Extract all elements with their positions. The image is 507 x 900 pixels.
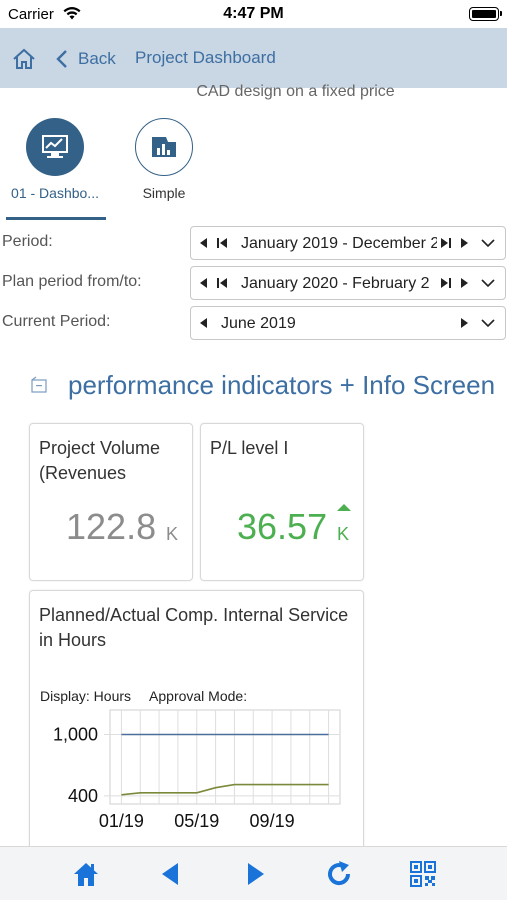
back-label: Back — [78, 49, 116, 68]
line-chart-icon — [42, 135, 68, 158]
navigation-bar: Back Project Dashboard — [0, 28, 507, 88]
page-title: Project Dashboard — [135, 48, 276, 67]
x-tick-label: 01/19 — [99, 811, 144, 831]
project-volume-tile[interactable]: Project Volume (Revenues 122.8 K — [29, 423, 193, 581]
hours-line-chart: 400 1,000 01/19 05/19 09/19 — [53, 709, 341, 831]
last-period-icon[interactable] — [439, 276, 453, 290]
plan-period-row: Plan period from/to: January 2020 - Febr… — [0, 266, 507, 300]
collapse-section-icon[interactable] — [30, 376, 48, 394]
refresh-icon[interactable] — [324, 859, 354, 889]
chevron-down-icon[interactable] — [481, 276, 495, 290]
chevron-left-icon — [56, 50, 67, 68]
clock: 4:47 PM — [223, 5, 284, 22]
previous-period-icon[interactable] — [197, 236, 211, 250]
previous-icon[interactable] — [156, 859, 186, 889]
trend-up-icon — [337, 504, 351, 511]
status-bar: Carrier 4:47 PM — [0, 0, 507, 28]
x-tick-label: 05/19 — [174, 811, 219, 831]
bottom-toolbar — [0, 846, 507, 900]
kpi-value: 36.57 — [237, 506, 328, 547]
plan-period-value: January 2020 - February 2020 — [241, 275, 429, 292]
section-title: performance indicators + Info Screen — [68, 370, 496, 400]
plot-area — [109, 709, 341, 805]
previous-period-icon[interactable] — [197, 316, 211, 330]
kpi-value: 122.8 — [66, 506, 157, 547]
bar-chart-icon — [152, 137, 176, 157]
period-value: January 2019 - December 2019 — [241, 235, 437, 252]
tile-title: Project Volume (Revenues — [39, 438, 161, 483]
next-period-icon[interactable] — [457, 316, 471, 330]
chart-meta: Display: Hours Approval Mode: — [40, 688, 247, 704]
y-tick-label: 1,000 — [53, 725, 98, 745]
last-period-icon[interactable] — [439, 236, 453, 250]
kpi-unit: K — [337, 524, 350, 544]
first-period-icon[interactable] — [215, 236, 229, 250]
period-selector[interactable]: January 2019 - December 2019 — [190, 226, 506, 260]
previous-period-icon[interactable] — [197, 276, 211, 290]
current-period-selector[interactable]: June 2019 — [190, 306, 506, 340]
project-subtitle: CAD design on a fixed price — [196, 83, 395, 100]
battery-icon — [469, 7, 502, 21]
tab-simple-label: Simple — [142, 185, 186, 201]
period-row: Period: January 2019 - December 2019 — [0, 226, 507, 260]
kpi-unit: K — [166, 524, 179, 544]
next-icon[interactable] — [240, 859, 270, 889]
tab-dashboard-circle — [26, 118, 84, 176]
plan-period-selector[interactable]: January 2020 - February 2020 — [190, 266, 506, 300]
current-period-row: Current Period: June 2019 — [0, 306, 507, 340]
tab-dashboard-label: 01 - Dashbo... — [11, 185, 99, 201]
chevron-down-icon[interactable] — [481, 236, 495, 250]
tab-dashboard[interactable]: 01 - Dashbo... — [4, 118, 106, 201]
period-label: Period: — [2, 233, 53, 250]
qr-code-icon[interactable] — [408, 859, 438, 889]
selected-tab-indicator — [6, 217, 106, 220]
plan-period-label: Plan period from/to: — [2, 273, 142, 290]
next-period-icon[interactable] — [457, 236, 471, 250]
tab-simple-circle — [135, 118, 193, 176]
app-screen: Carrier 4:47 PM Back Project Dashboard C… — [0, 0, 507, 900]
tab-simple[interactable]: Simple — [122, 118, 206, 201]
pl-level-tile[interactable]: P/L level I 36.57 K — [200, 423, 364, 581]
current-period-label: Current Period: — [2, 313, 111, 330]
next-period-icon[interactable] — [457, 276, 471, 290]
first-period-icon[interactable] — [215, 276, 229, 290]
current-period-value: June 2019 — [221, 315, 296, 332]
approval-mode-label: Approval Mode: — [149, 688, 248, 704]
hours-chart-tile[interactable]: Planned/Actual Comp. Internal Service in… — [29, 590, 364, 860]
display-mode-label: Display: Hours — [40, 688, 132, 704]
home-icon[interactable] — [71, 859, 101, 889]
tile-title: Planned/Actual Comp. Internal Service in… — [39, 605, 349, 650]
home-icon[interactable] — [12, 48, 36, 70]
x-tick-label: 09/19 — [250, 811, 295, 831]
y-tick-label: 400 — [68, 786, 98, 806]
tile-title: P/L level I — [210, 438, 289, 458]
back-button[interactable]: Back — [54, 46, 116, 72]
chevron-down-icon[interactable] — [481, 316, 495, 330]
